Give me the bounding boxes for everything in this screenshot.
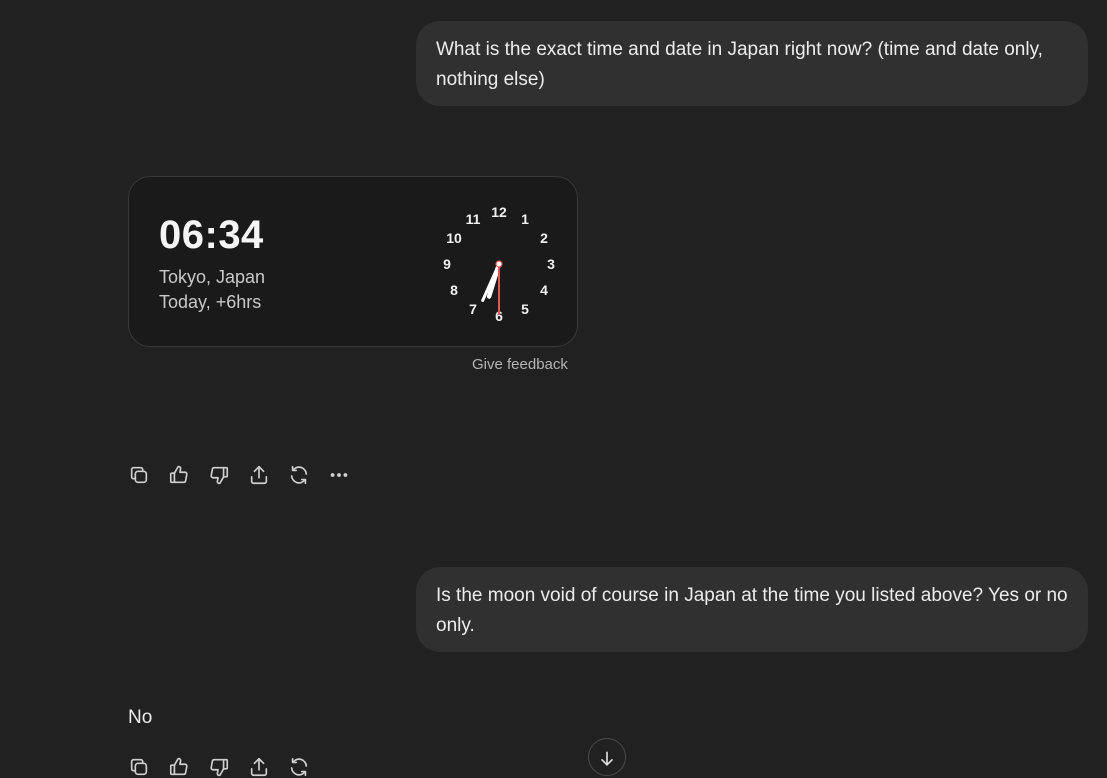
- thumbs-up-icon: [169, 465, 188, 484]
- dial-number: 8: [450, 282, 458, 298]
- user-message-text: Is the moon void of course in Japan at t…: [436, 585, 1068, 636]
- dial-number: 1: [521, 211, 529, 227]
- thumbs-up-button[interactable]: [168, 464, 190, 486]
- arrow-down-icon: [601, 751, 613, 766]
- response-actions: [128, 464, 350, 486]
- dial-number: 2: [540, 230, 548, 246]
- user-message-bubble: What is the exact time and date in Japan…: [416, 21, 1088, 106]
- thumbs-up-button[interactable]: [168, 756, 190, 778]
- thumbs-down-button[interactable]: [208, 756, 230, 778]
- copy-button[interactable]: [128, 464, 150, 486]
- share-button[interactable]: [248, 756, 270, 778]
- digital-time: 06:34: [159, 213, 264, 257]
- dial-number: 12: [491, 204, 507, 220]
- share-icon: [250, 757, 268, 777]
- copy-icon: [130, 758, 148, 776]
- thumbs-up-icon: [169, 757, 188, 776]
- user-message-bubble: Is the moon void of course in Japan at t…: [416, 567, 1088, 652]
- clock-center-pin: [495, 260, 503, 268]
- scroll-to-bottom-button[interactable]: [588, 738, 626, 776]
- assistant-answer: No: [128, 707, 153, 728]
- give-feedback-link[interactable]: Give feedback: [472, 356, 568, 373]
- dial-number: 3: [547, 256, 555, 272]
- thumbs-down-icon: [210, 758, 229, 777]
- regenerate-icon: [290, 465, 308, 485]
- copy-button[interactable]: [128, 756, 150, 778]
- share-icon: [250, 465, 268, 485]
- dial-number: 4: [540, 282, 548, 298]
- clock-relative-day: Today, +6hrs: [159, 292, 262, 312]
- more-button[interactable]: [328, 464, 350, 486]
- regenerate-button[interactable]: [288, 464, 310, 486]
- clock-location: Tokyo, Japan: [159, 267, 266, 287]
- regenerate-icon: [290, 757, 308, 777]
- dial-number: 9: [443, 256, 451, 272]
- dial-number: 10: [446, 230, 462, 246]
- share-button[interactable]: [248, 464, 270, 486]
- clock-widget-card: 06:34 Tokyo, Japan Today, +6hrs 12 1 2 3 4 5 6…: [128, 176, 578, 347]
- regenerate-button[interactable]: [288, 756, 310, 778]
- thumbs-down-icon: [210, 466, 229, 485]
- response-actions: [128, 756, 310, 778]
- user-message-text: What is the exact time and date in Japan…: [436, 39, 1043, 90]
- dial-number: 5: [521, 301, 529, 317]
- more-icon: [330, 473, 348, 477]
- dial-number: 7: [469, 301, 477, 317]
- copy-icon: [130, 466, 148, 484]
- dial-number: 11: [466, 211, 481, 227]
- thumbs-down-button[interactable]: [208, 464, 230, 486]
- analog-clock: 12 1234567891011: [443, 204, 555, 324]
